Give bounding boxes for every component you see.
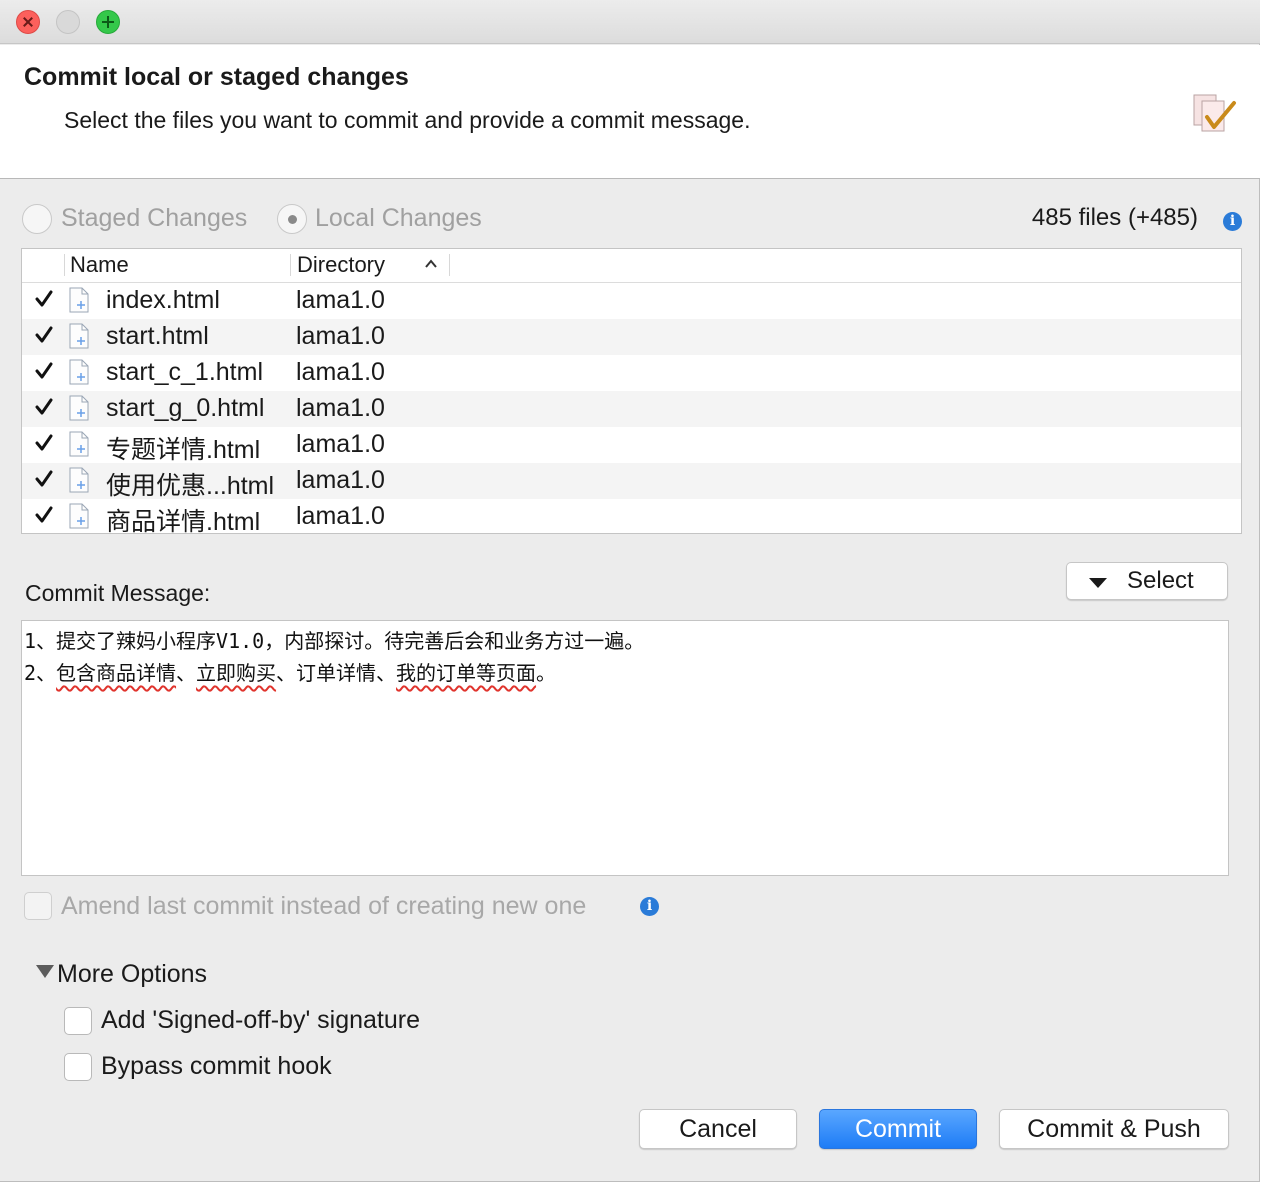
maximize-icon[interactable] (96, 10, 120, 34)
file-checkbox[interactable] (34, 289, 54, 309)
table-row[interactable]: 使用优惠...html lama1.0 (22, 463, 1241, 500)
mode-selector: Staged Changes Local Changes 485 files (… (22, 200, 1242, 240)
close-icon[interactable] (16, 10, 40, 34)
file-name: index.html (106, 286, 220, 314)
table-row[interactable]: 专题详情.html lama1.0 (22, 427, 1241, 464)
file-directory: lama1.0 (296, 466, 385, 494)
file-directory: lama1.0 (296, 430, 385, 458)
table-row[interactable]: start_g_0.html lama1.0 (22, 391, 1241, 427)
local-changes-radio[interactable] (277, 204, 307, 234)
html-file-icon (69, 287, 89, 313)
select-button-label: Select (1127, 567, 1194, 594)
staged-changes-radio[interactable] (22, 204, 52, 234)
file-name: start_c_1.html (106, 358, 264, 386)
dropdown-arrow-icon (1089, 578, 1107, 588)
file-directory: lama1.0 (296, 358, 385, 386)
info-icon[interactable]: i (1223, 212, 1242, 231)
html-file-icon (69, 431, 89, 457)
info-icon[interactable]: i (640, 897, 659, 916)
amend-label: Amend last commit instead of creating ne… (61, 892, 587, 920)
misspelled-segment: 立即购买 (196, 661, 277, 685)
commit-message-line: 2、包含商品详情、立即购买、订单详情、我的订单等页面。 (24, 657, 1226, 689)
table-row[interactable]: start_c_1.html lama1.0 (22, 355, 1241, 391)
commit-document-check-icon (1193, 94, 1236, 132)
title-bar (0, 0, 1260, 44)
local-changes-label: Local Changes (315, 204, 482, 232)
file-directory: lama1.0 (296, 502, 385, 530)
dialog-title: Commit local or staged changes (24, 63, 409, 91)
signed-off-label: Add 'Signed-off-by' signature (101, 1006, 421, 1034)
column-header-directory[interactable]: Directory (297, 252, 385, 280)
minimize-icon[interactable] (56, 10, 80, 34)
commit-message-line: 1、提交了辣妈小程序V1.0，内部探讨。待完善后会和业务方过一遍。 (24, 629, 645, 653)
file-directory: lama1.0 (296, 322, 385, 350)
file-checkbox[interactable] (34, 361, 54, 381)
file-table: Name Directory index.html lama1.0 start.ht… (21, 248, 1242, 534)
html-file-icon (69, 395, 89, 421)
files-count: 485 files (+485) (1031, 204, 1198, 231)
signed-off-checkbox[interactable] (64, 1007, 92, 1035)
table-row[interactable]: index.html lama1.0 (22, 283, 1241, 319)
column-header-name[interactable]: Name (70, 252, 129, 280)
file-directory: lama1.0 (296, 286, 385, 314)
html-file-icon (69, 323, 89, 349)
file-directory: lama1.0 (296, 394, 385, 422)
file-checkbox[interactable] (34, 433, 54, 453)
commit-message-label: Commit Message: (25, 580, 211, 606)
select-dropdown-button[interactable]: Select (1066, 562, 1228, 600)
misspelled-segment: 我的订单等页面 (396, 661, 537, 685)
file-name: 专题详情.html (106, 436, 261, 464)
commit-button[interactable]: Commit (819, 1109, 977, 1149)
file-checkbox[interactable] (34, 505, 54, 525)
disclosure-triangle-icon[interactable] (36, 965, 54, 978)
table-header: Name Directory (22, 249, 1241, 283)
html-file-icon (69, 359, 89, 385)
text-segment: 。 (536, 661, 557, 685)
sort-ascending-icon (425, 259, 437, 268)
column-separator (449, 254, 450, 276)
table-row[interactable]: start.html lama1.0 (22, 319, 1241, 355)
header-banner: Commit local or staged changes Select th… (0, 45, 1260, 179)
file-name: 使用优惠...html (106, 472, 275, 500)
staged-changes-label: Staged Changes (61, 204, 248, 232)
commit-dialog-window: Commit local or staged changes Select th… (0, 0, 1260, 1182)
misspelled-segment: 包含商品详情 (56, 661, 177, 685)
file-name: start.html (106, 322, 209, 350)
commit-push-button[interactable]: Commit & Push (999, 1109, 1229, 1149)
file-checkbox[interactable] (34, 397, 54, 417)
commit-message-textarea[interactable]: 1、提交了辣妈小程序V1.0，内部探讨。待完善后会和业务方过一遍。 2、包含商品… (21, 620, 1229, 876)
text-segment: 、订单详情、 (276, 661, 397, 685)
bypass-hook-checkbox[interactable] (64, 1053, 92, 1081)
column-separator (64, 254, 65, 276)
file-checkbox[interactable] (34, 469, 54, 489)
html-file-icon (69, 503, 89, 529)
more-options-label[interactable]: More Options (57, 960, 207, 989)
file-checkbox[interactable] (34, 325, 54, 345)
cancel-button[interactable]: Cancel (639, 1109, 797, 1149)
file-name: 商品详情.html (106, 508, 261, 534)
html-file-icon (69, 467, 89, 493)
column-separator (290, 254, 291, 276)
bypass-hook-label: Bypass commit hook (101, 1052, 332, 1080)
dialog-description: Select the files you want to commit and … (64, 107, 751, 133)
text-segment: 、 (176, 661, 197, 685)
text-segment: 2、 (24, 661, 57, 685)
file-name: start_g_0.html (106, 394, 265, 422)
amend-checkbox[interactable] (24, 892, 52, 920)
table-row[interactable]: 商品详情.html lama1.0 (22, 499, 1241, 534)
